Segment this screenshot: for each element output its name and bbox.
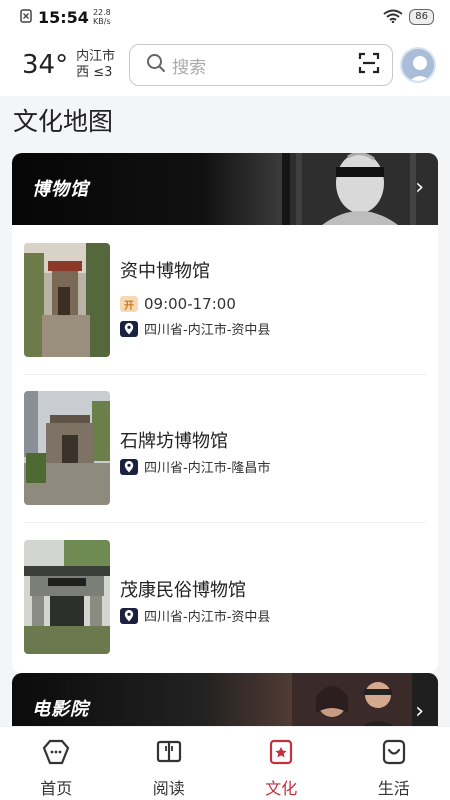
tab-label: 首页 — [40, 779, 73, 798]
weather-detail[interactable]: 内江市 西 ≤3 — [76, 49, 115, 81]
tab-life[interactable]: 生活 — [338, 727, 450, 800]
address: 四川省-内江市-资中县 — [144, 610, 271, 625]
tab-label: 阅读 — [152, 779, 185, 798]
museum-name: 茂康民俗博物馆 — [120, 580, 246, 601]
address-row: 四川省-内江市-资中县 — [120, 606, 270, 625]
museum-section-banner[interactable]: 博物馆 › — [12, 153, 438, 225]
search-input[interactable]: 搜索 — [129, 44, 394, 86]
network-speed: 22.8 KB/s — [92, 8, 111, 26]
notification-icon — [20, 8, 32, 27]
page-title: 文化地图 — [13, 107, 114, 136]
chevron-right-icon: › — [415, 175, 424, 200]
search-icon — [146, 53, 166, 77]
cinema-section-banner[interactable]: 电影院 › — [12, 673, 438, 733]
museum-name: 资中博物馆 — [120, 261, 210, 282]
culture-icon — [267, 739, 295, 769]
museum-thumbnail — [24, 540, 110, 654]
home-icon — [42, 739, 70, 769]
opening-hours-row: 开 09:00-17:00 — [120, 295, 236, 313]
open-badge-icon: 开 — [120, 296, 138, 312]
cinema-section-title: 电影院 — [32, 699, 89, 720]
divider — [24, 522, 426, 523]
city-name: 内江市 — [76, 49, 116, 64]
wifi-icon — [383, 8, 403, 27]
tab-read[interactable]: 阅读 — [113, 727, 226, 800]
tab-culture[interactable]: 文化 — [225, 727, 338, 800]
tab-label: 文化 — [265, 779, 298, 798]
location-pin-icon — [120, 458, 138, 475]
battery-indicator: 86 — [409, 9, 434, 25]
location-pin-icon — [120, 607, 138, 624]
top-header: 34° 内江市 西 ≤3 搜索 — [0, 34, 450, 96]
tab-label: 生活 — [377, 779, 410, 798]
search-placeholder: 搜索 — [172, 57, 207, 78]
avatar[interactable] — [400, 47, 436, 83]
bottom-tab-bar: 首页 阅读 文化 生活 — [0, 726, 450, 800]
clock: 15:54 — [38, 7, 89, 27]
opening-hours: 09:00-17:00 — [144, 295, 236, 313]
address-row: 四川省-内江市-资中县 — [120, 319, 270, 338]
address: 四川省-内江市-隆昌市 — [144, 461, 271, 476]
location-pin-icon — [120, 320, 138, 337]
wind-info: 西 ≤3 — [76, 65, 113, 80]
museum-section-card: 博物馆 › 资中博物馆 开 09:00-17:00 四川省-内江市-资中县 石牌… — [12, 153, 438, 673]
museum-list-item[interactable]: 石牌坊博物馆 四川省-内江市-隆昌市 — [24, 391, 426, 507]
chevron-right-icon: › — [415, 699, 424, 724]
scan-icon[interactable] — [358, 52, 380, 78]
divider — [24, 374, 426, 375]
temperature: 34° — [22, 50, 69, 80]
museum-list-item[interactable]: 茂康民俗博物馆 四川省-内江市-资中县 — [24, 540, 426, 656]
book-icon — [155, 739, 183, 769]
museum-thumbnail — [24, 243, 110, 357]
museum-name: 石牌坊博物馆 — [120, 431, 228, 452]
museum-section-title: 博物馆 — [32, 179, 89, 200]
museum-list-item[interactable]: 资中博物馆 开 09:00-17:00 四川省-内江市-资中县 — [24, 243, 426, 359]
museum-thumbnail — [24, 391, 110, 505]
tab-home[interactable]: 首页 — [0, 727, 113, 800]
address-row: 四川省-内江市-隆昌市 — [120, 457, 270, 476]
status-bar: 15:54 22.8 KB/s 86 — [0, 0, 450, 34]
life-icon — [380, 739, 408, 769]
address: 四川省-内江市-资中县 — [144, 323, 271, 338]
